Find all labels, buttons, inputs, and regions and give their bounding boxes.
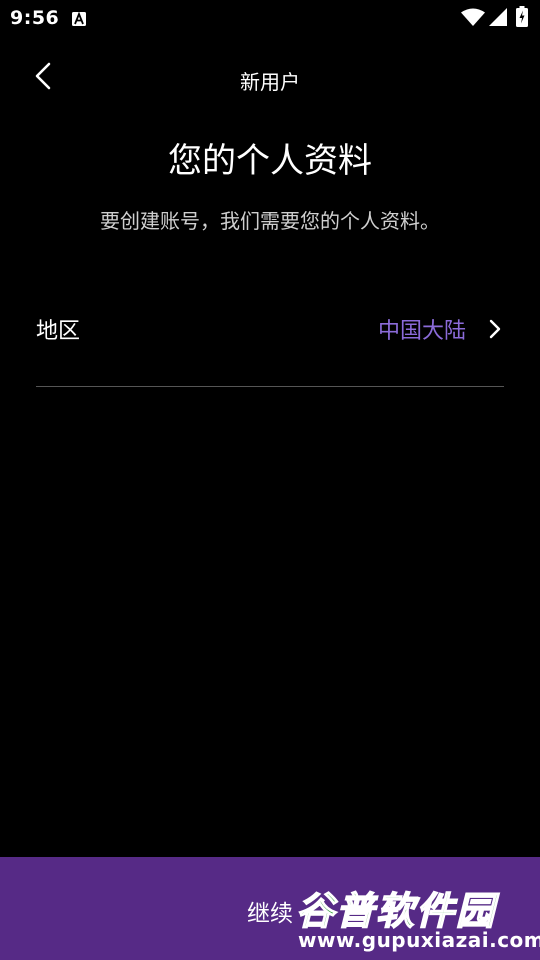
status-bar: 9:56 [0,0,540,36]
status-time: 9:56 [10,7,60,29]
watermark-url: www.gupuxiazai.com [298,928,540,952]
region-selector[interactable]: 地区 中国大陆 [36,300,504,358]
page-subtitle: 要创建账号，我们需要您的个人资料。 [100,209,440,233]
watermark-chinese: 谷普软件园 [295,888,497,934]
continue-label: 继续 [247,900,293,927]
wifi-icon [461,8,485,26]
region-divider [36,386,504,387]
nav-title: 新用户 [240,70,300,94]
watermark-logo: 谷普软件园 www.gupuxiazai.com [295,876,540,956]
region-value: 中国大陆 [377,319,466,344]
chevron-right-icon [488,318,504,340]
region-label: 地区 [36,319,81,344]
page-title: 您的个人资料 [168,141,372,181]
battery-charging-icon [516,6,528,27]
signal-icon [489,8,507,26]
notification-a-icon [72,11,86,26]
